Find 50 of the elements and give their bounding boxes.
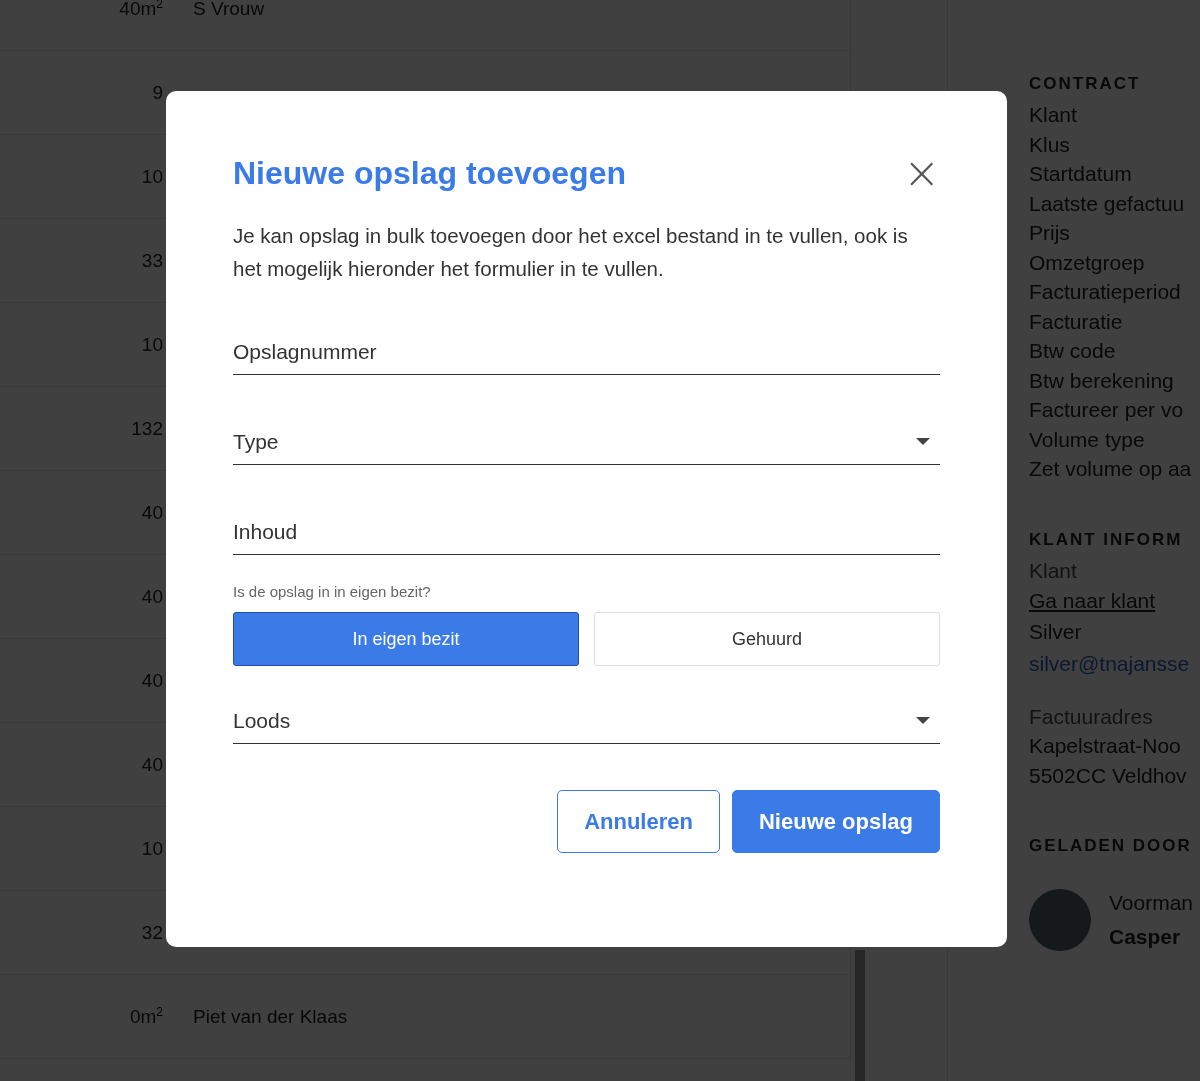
size-text: 40 (140, 669, 163, 692)
input-field[interactable]: Opslagnummer (233, 335, 940, 375)
detail-text: Kapelstraat-Noo (1029, 733, 1182, 759)
section-heading: CONTRACT (1029, 74, 1142, 94)
person-role: Voorman (1109, 890, 1194, 916)
option-button[interactable]: Gehuurd (594, 612, 940, 666)
caret-icon (916, 438, 930, 445)
section-heading: GELADEN DOOR (1029, 836, 1193, 856)
detail-text: Klus (1029, 131, 1071, 158)
dropdown[interactable]: Loods (233, 704, 940, 744)
detail-text: Silver (1029, 619, 1083, 645)
owner-name: Piet van der Klaas (193, 1005, 348, 1028)
size-text: 40m$^{2}$ (118, 0, 163, 21)
option-button[interactable]: In eigen bezit (233, 612, 579, 666)
section-heading: KLANT INFORM (1029, 529, 1184, 550)
detail-text: Laatste gefactuu (1029, 190, 1186, 217)
size-text: 10 (140, 165, 163, 188)
size-text: 40 (140, 585, 163, 608)
size-text: 40 (140, 753, 163, 776)
detail-text: Btw berekening (1029, 367, 1175, 394)
size-text: 10 (140, 333, 163, 356)
detail-text: Factureer per vo (1029, 397, 1185, 423)
size-text: 10 (140, 837, 163, 860)
size-text: 40 (140, 501, 163, 524)
detail-text: Prijs (1029, 220, 1071, 246)
dialog-description: Je kan opslag in bulk toevoegen door het excel bestand in te vullen, ook is het mogelijk hieronder het formulier in te vullen. (233, 223, 909, 282)
detail-text: Klant (1029, 102, 1078, 128)
size-text: 32 (140, 921, 163, 944)
owner-name: S Vrouw (193, 0, 265, 20)
question-label: Is de opslag in in eigen bezit? (233, 583, 432, 600)
detail-text: Volume type (1029, 426, 1146, 453)
caret-icon (916, 717, 930, 724)
size-text: 9 (151, 81, 163, 104)
submit-button[interactable]: Nieuwe opslag (731, 790, 940, 853)
dialog-title: Nieuwe opslag toevoegen (233, 154, 626, 192)
detail-text: 5502CC Veldhov (1029, 762, 1188, 789)
detail-text: Facturatie (1029, 308, 1124, 335)
close-button[interactable]: × (903, 153, 940, 193)
detail-text: Btw code (1029, 338, 1117, 364)
size-text: 0m$^{2}$ (128, 1004, 163, 1029)
size-text: 33 (140, 249, 163, 272)
input-field[interactable]: Inhoud (233, 515, 940, 555)
person-name: Casper (1109, 924, 1182, 950)
detail-text: Zet volume op aa (1029, 456, 1193, 482)
size-text: 132 (130, 417, 163, 440)
detail-text: Startdatum (1029, 161, 1133, 187)
dropdown[interactable]: Type (233, 425, 940, 465)
cancel-button[interactable]: Annuleren (557, 790, 720, 853)
detail-text: Facturatieperiod (1029, 279, 1182, 305)
detail-text: Omzetgroep (1029, 249, 1146, 276)
